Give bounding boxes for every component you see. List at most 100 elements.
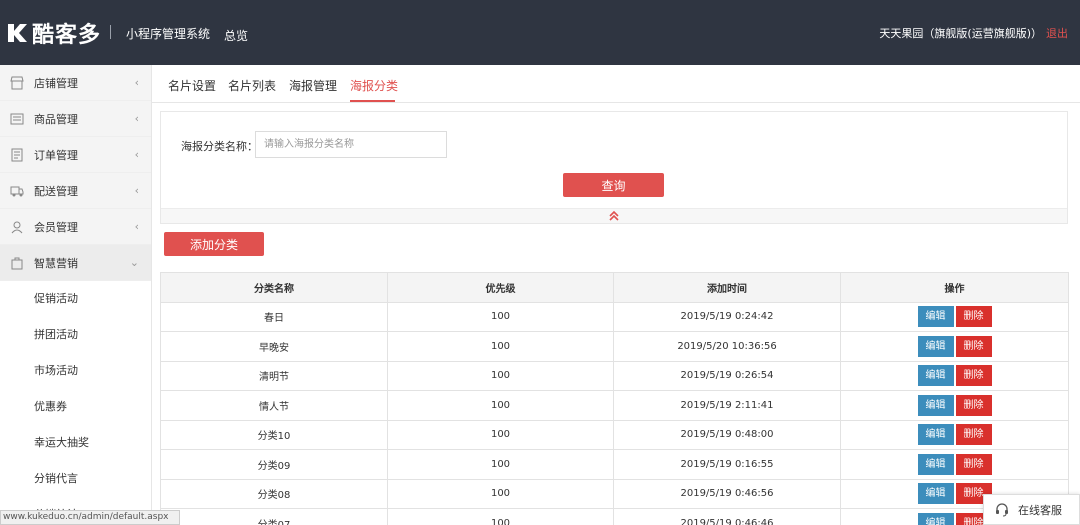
delete-button[interactable]: 删除 — [955, 365, 992, 387]
table-row: 春日 100 2019/5/19 0:24:42 编辑 删除 — [160, 301, 1069, 332]
system-name: 小程序管理系统 — [126, 27, 211, 41]
sidebar-item-marketing[interactable]: 智慧营销 ⌄ — [0, 245, 151, 281]
cell-actions: 编辑 删除 — [840, 331, 1069, 362]
table-row: 清明节 100 2019/5/19 0:26:54 编辑 删除 — [160, 360, 1069, 391]
sidebar-subitem-promotions[interactable]: 促销活动 — [0, 281, 151, 317]
store-name: 天天果园（旗舰版(运营旗舰版)） — [879, 27, 1042, 40]
cell-priority: 100 — [387, 301, 614, 332]
truck-icon — [10, 184, 24, 198]
edit-button[interactable]: 编辑 — [917, 453, 954, 475]
collapse-toggle[interactable] — [161, 208, 1067, 223]
cell-added-time: 2019/5/19 0:48:00 — [613, 419, 841, 450]
column-header-priority: 优先级 — [387, 272, 614, 303]
sidebar-item-label: 配送管理 — [34, 184, 78, 198]
table-row: 分类071002019/5/19 0:46:46编辑删除 — [160, 508, 1069, 525]
delete-button[interactable]: 删除 — [955, 335, 992, 357]
cell-actions: 编辑 删除 — [840, 390, 1069, 421]
cell-category-name: 清明节 — [160, 360, 388, 391]
logo-text: 酷客多 — [32, 23, 102, 48]
delete-button[interactable]: 删除 — [955, 453, 992, 475]
edit-button[interactable]: 编辑 — [917, 424, 954, 446]
sidebar-subitem-market-events[interactable]: 市场活动 — [0, 353, 151, 389]
edit-button[interactable]: 编辑 — [917, 483, 954, 505]
sidebar-item-store[interactable]: 店铺管理 ‹ — [0, 65, 151, 101]
sidebar-item-delivery[interactable]: 配送管理 ‹ — [0, 173, 151, 209]
cell-added-time: 2019/5/19 2:11:41 — [613, 390, 841, 421]
cell-added-time: 2019/5/19 0:46:46 — [613, 508, 841, 525]
cell-added-time: 2019/5/19 0:16:55 — [613, 449, 841, 480]
table-header-row: 分类名称 优先级 添加时间 操作 — [160, 272, 1069, 303]
query-button[interactable]: 查询 — [563, 173, 664, 197]
cell-category-name: 早晚安 — [160, 331, 388, 362]
tab-card-list[interactable]: 名片列表 — [228, 77, 276, 94]
cell-category-name: 分类10 — [160, 419, 388, 450]
product-icon — [10, 112, 24, 126]
chevron-left-icon: ‹ — [134, 220, 139, 233]
edit-button[interactable]: 编辑 — [917, 306, 954, 328]
active-tab-indicator — [350, 100, 395, 102]
sidebar-item-label: 店铺管理 — [34, 76, 78, 90]
search-label: 海报分类名称： — [181, 140, 258, 153]
edit-button[interactable]: 编辑 — [917, 335, 954, 357]
chevron-down-icon: ⌄ — [129, 256, 139, 269]
delete-button[interactable]: 删除 — [955, 394, 992, 416]
column-header-actions: 操作 — [840, 272, 1069, 303]
cell-priority: 100 — [387, 419, 614, 450]
sidebar-item-orders[interactable]: 订单管理 ‹ — [0, 137, 151, 173]
sidebar-item-products[interactable]: 商品管理 ‹ — [0, 101, 151, 137]
logo-k-icon — [8, 24, 27, 42]
chevron-left-icon: ‹ — [134, 148, 139, 161]
sidebar: 店铺管理 ‹ 商品管理 ‹ 订单管理 ‹ 配送管理 ‹ 会员管理 ‹ 智慧营销 … — [0, 65, 152, 525]
table-row: 分类09 100 2019/5/19 0:16:55 编辑 删除 — [160, 449, 1069, 480]
chevron-left-icon: ‹ — [134, 112, 139, 125]
cell-added-time: 2019/5/19 0:24:42 — [613, 301, 841, 332]
sidebar-subitem-coupons[interactable]: 优惠券 — [0, 389, 151, 425]
edit-button[interactable]: 编辑 — [917, 512, 954, 525]
tab-bar: 名片设置 名片列表 海报管理 海报分类 — [152, 65, 1080, 103]
delete-button[interactable]: 删除 — [955, 424, 992, 446]
chat-widget-label: 在线客服 — [1018, 503, 1062, 517]
tab-poster-management[interactable]: 海报管理 — [289, 77, 337, 94]
sidebar-item-label: 商品管理 — [34, 112, 78, 126]
cell-actions: 编辑 删除 — [840, 360, 1069, 391]
store-icon — [10, 76, 24, 90]
online-support-widget[interactable]: 在线客服 — [983, 494, 1080, 525]
cell-priority: 100 — [387, 478, 614, 509]
table-row: 分类10 100 2019/5/19 0:48:00 编辑 删除 — [160, 419, 1069, 450]
cell-priority: 100 — [387, 390, 614, 421]
cell-actions: 编辑 删除 — [840, 449, 1069, 480]
bag-icon — [10, 256, 24, 270]
chevron-left-icon: ‹ — [134, 76, 139, 89]
cell-priority: 100 — [387, 360, 614, 391]
logo[interactable]: 酷客多 — [6, 18, 101, 48]
edit-button[interactable]: 编辑 — [917, 394, 954, 416]
sidebar-subitem-lucky-draw[interactable]: 幸运大抽奖 — [0, 425, 151, 461]
category-name-input[interactable] — [255, 131, 447, 158]
add-category-button[interactable]: 添加分类 — [164, 232, 264, 256]
sidebar-item-label: 会员管理 — [34, 220, 78, 234]
sidebar-item-members[interactable]: 会员管理 ‹ — [0, 209, 151, 245]
delete-button[interactable]: 删除 — [955, 306, 992, 328]
cell-priority: 100 — [387, 508, 614, 525]
category-table: 分类名称 优先级 添加时间 操作 春日 100 2019/5/19 0:24:42 编… — [160, 272, 1069, 525]
tab-card-settings[interactable]: 名片设置 — [168, 77, 216, 94]
cell-category-name: 春日 — [160, 301, 388, 332]
table-row: 情人节 100 2019/5/19 2:11:41 编辑 删除 — [160, 390, 1069, 421]
cell-actions: 编辑 删除 — [840, 301, 1069, 332]
chevron-left-icon: ‹ — [134, 184, 139, 197]
sidebar-subitem-distribution[interactable]: 分销代言 — [0, 461, 151, 497]
table-row: 分类08 100 2019/5/19 0:46:56 编辑 删除 — [160, 478, 1069, 509]
sidebar-subitem-group-buy[interactable]: 拼团活动 — [0, 317, 151, 353]
cell-category-name: 情人节 — [160, 390, 388, 421]
cell-added-time: 2019/5/19 0:26:54 — [613, 360, 841, 391]
logout-link[interactable]: 退出 — [1046, 25, 1068, 41]
double-chevron-up-icon — [609, 210, 619, 221]
overview-link[interactable]: 总览 — [224, 27, 248, 44]
cell-category-name: 分类08 — [160, 478, 388, 509]
tab-poster-category[interactable]: 海报分类 — [350, 77, 398, 94]
search-panel: 海报分类名称： 查询 — [160, 111, 1068, 224]
cell-actions: 编辑 删除 — [840, 419, 1069, 450]
order-icon — [10, 148, 24, 162]
top-header: 酷客多 小程序管理系统 总览 天天果园（旗舰版(运营旗舰版)） 退出 — [0, 0, 1080, 65]
edit-button[interactable]: 编辑 — [917, 365, 954, 387]
